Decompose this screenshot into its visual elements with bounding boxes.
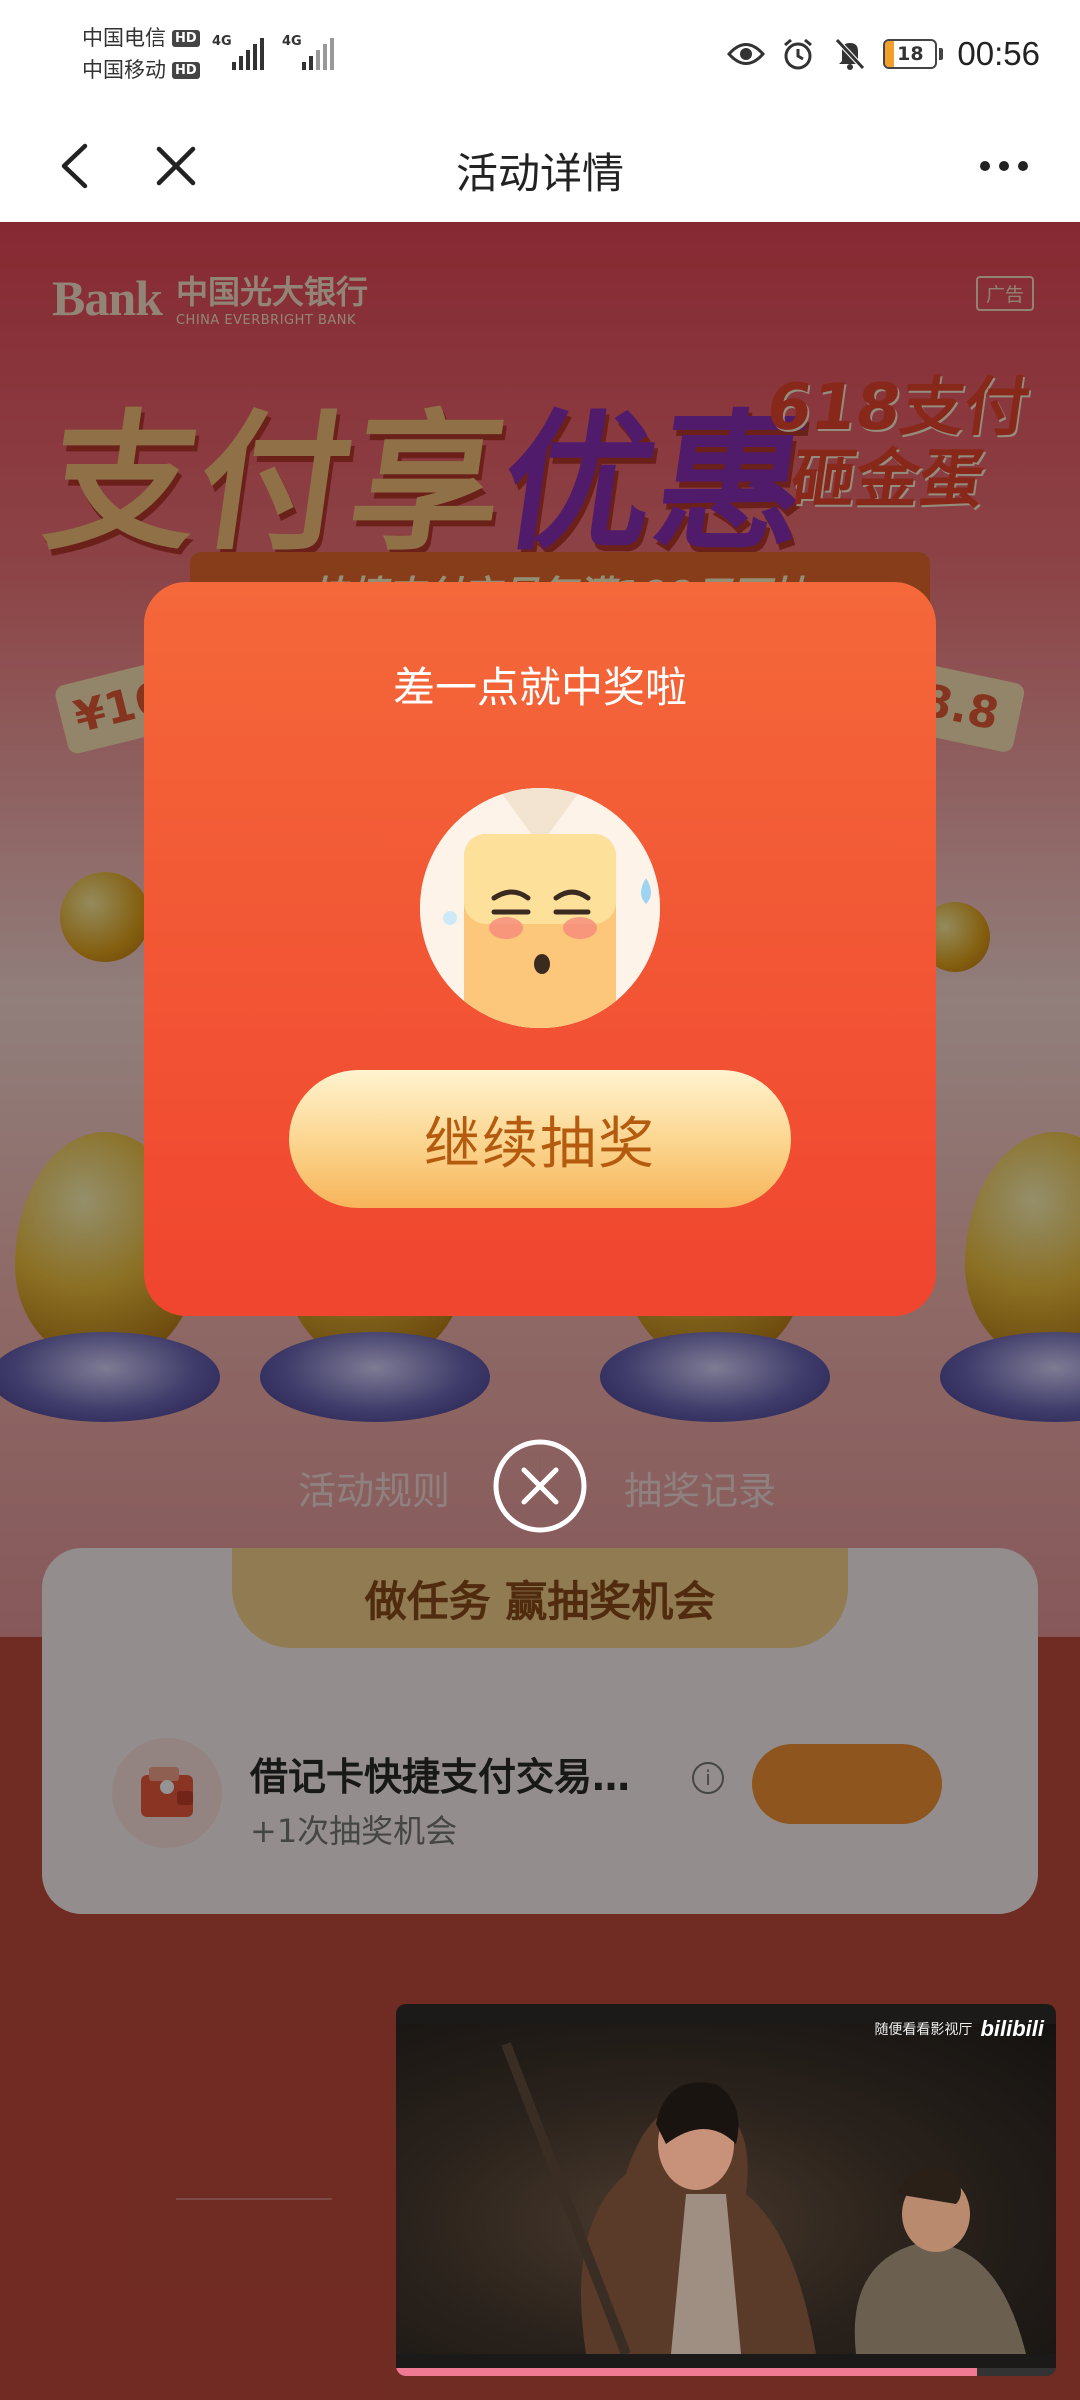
network-type-label: 4G — [212, 34, 232, 49]
bell-muted-icon — [831, 35, 869, 73]
eye-icon — [727, 35, 766, 73]
video-frame — [396, 2024, 1056, 2356]
dialog-title: 差一点就中奖啦 — [392, 663, 687, 712]
carrier-2-label: 中国移动 — [82, 58, 166, 82]
signal-indicators: 4G 4G — [212, 34, 334, 70]
signal-strength-icon: 4G — [212, 34, 264, 70]
video-caption: 随便看看影视厅 bilibili — [874, 2016, 1044, 2042]
carrier-info: 中国电信 HD 中国移动 HD — [82, 22, 200, 86]
status-icons: 18 00:56 — [727, 30, 1040, 78]
status-bar: 中国电信 HD 中国移动 HD 4G 4G 18 00:56 — [0, 0, 1080, 110]
battery-icon: 18 — [883, 39, 944, 69]
sad-face-illustration — [420, 788, 660, 1028]
battery-level: 18 — [897, 43, 924, 65]
hd-badge: HD — [172, 29, 200, 47]
floating-video-player[interactable]: 随便看看影视厅 bilibili — [396, 2004, 1056, 2376]
hd-badge: HD — [172, 61, 200, 79]
status-time: 00:56 — [957, 35, 1040, 72]
carrier-1-label: 中国电信 — [82, 26, 166, 50]
video-channel-label: 随便看看影视厅 — [874, 2022, 973, 2038]
more-dots-icon[interactable] — [972, 134, 1036, 198]
alarm-icon — [779, 35, 817, 73]
nav-bar: 活动详情 — [0, 110, 1080, 222]
video-progress-bar[interactable] — [396, 2368, 1056, 2376]
dialog-close-icon[interactable] — [492, 1438, 588, 1534]
lottery-result-dialog: 差一点就中奖啦 继续抽奖 — [144, 582, 936, 1316]
bilibili-logo: bilibili — [980, 2016, 1044, 2041]
continue-lottery-button[interactable]: 继续抽奖 — [289, 1070, 791, 1208]
signal-strength-icon: 4G — [282, 34, 334, 70]
page-title: 活动详情 — [455, 149, 624, 198]
network-type-label: 4G — [282, 34, 302, 49]
